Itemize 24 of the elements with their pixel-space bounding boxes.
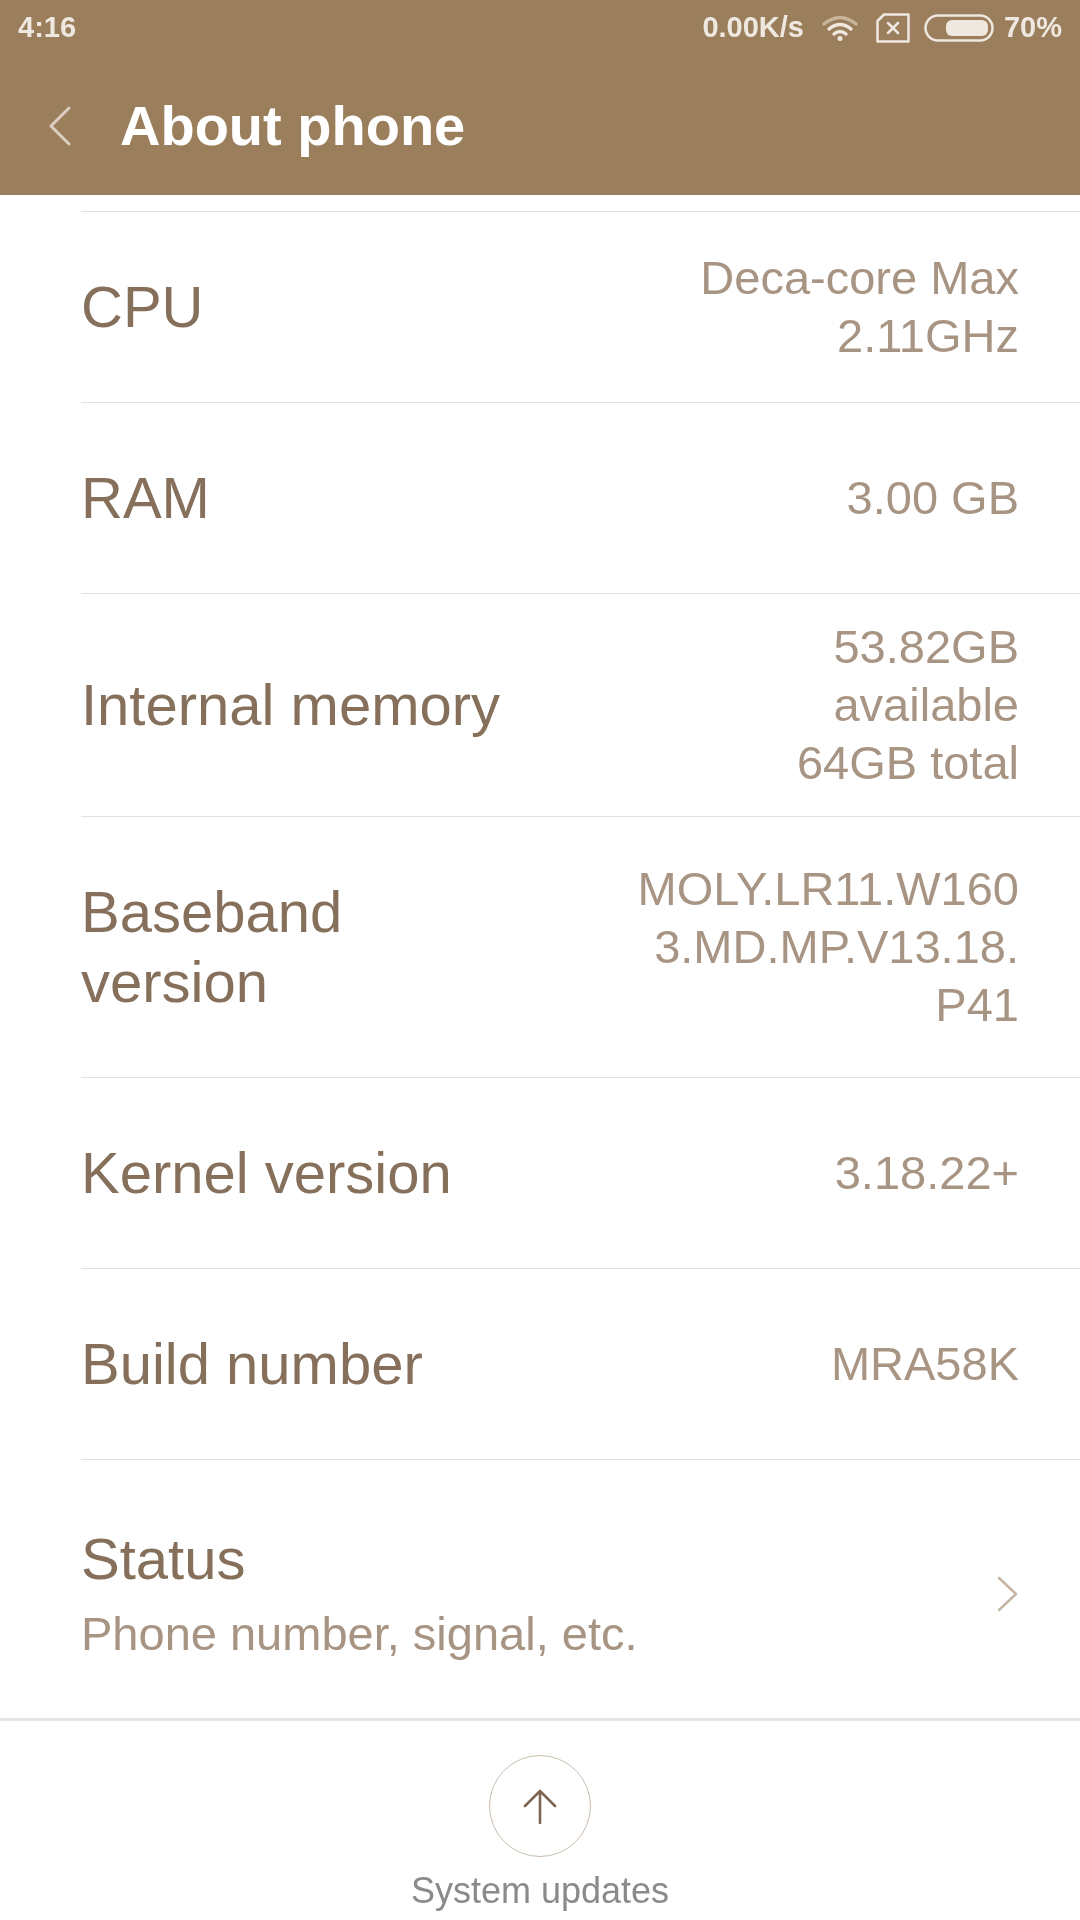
battery-percentage: 70% xyxy=(1003,10,1062,46)
row-label: Internal memory xyxy=(81,670,501,739)
status-row[interactable]: Status Phone number, signal, etc. xyxy=(81,1458,1080,1718)
row-value: 3.18.22+ xyxy=(834,1144,1019,1201)
row-value: Deca-core Max 2.11GHz xyxy=(700,249,1019,364)
status-time: 4:16 xyxy=(18,10,77,46)
row-value: MOLY.LR11.W160 3.MD.MP.V13.18. P41 xyxy=(637,860,1019,1033)
wifi-icon xyxy=(821,15,858,41)
row-label: Baseband version xyxy=(81,877,343,1016)
row-label: CPU xyxy=(81,272,204,341)
battery-icon xyxy=(923,14,994,42)
row-value: MRA58K xyxy=(830,1335,1019,1392)
chevron-right-icon xyxy=(997,1575,1019,1612)
row-value: 53.82GB available 64GB total xyxy=(796,618,1019,791)
network-speed: 0.00K/s xyxy=(702,10,804,46)
back-chevron-icon xyxy=(48,105,72,146)
row-label: RAM xyxy=(81,463,210,532)
row-label: Kernel version xyxy=(81,1138,452,1207)
row-label: Build number xyxy=(81,1329,423,1398)
system-updates-button[interactable]: System updates xyxy=(410,1754,670,1911)
row-title: Status xyxy=(81,1524,247,1593)
row-value: 3.00 GB xyxy=(846,469,1019,526)
row-subtitle: Phone number, signal, etc. xyxy=(81,1605,638,1662)
sim-card-x-icon xyxy=(875,13,910,43)
